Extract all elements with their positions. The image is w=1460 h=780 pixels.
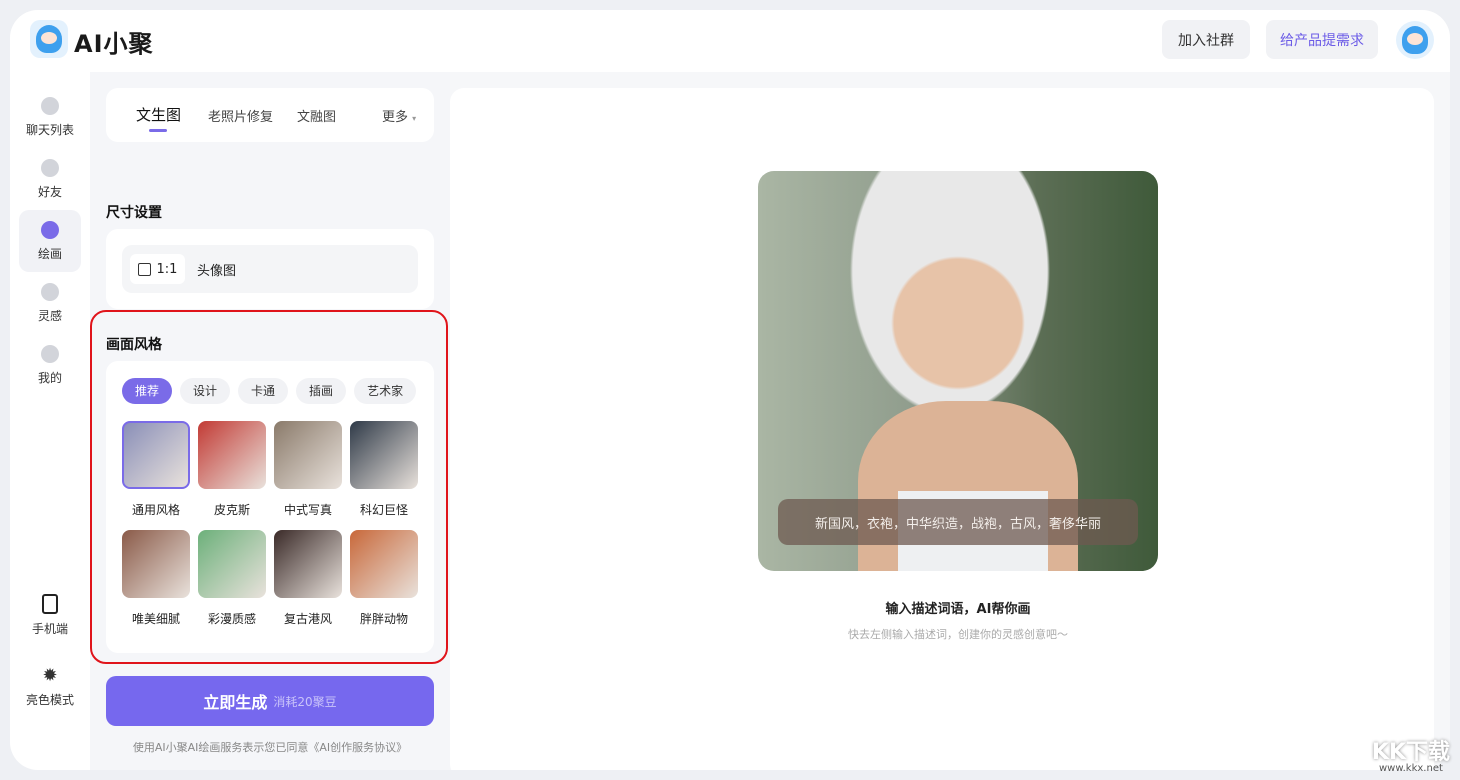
phone-icon — [42, 594, 58, 614]
watermark-main: KK下载 — [1372, 740, 1450, 765]
watermark: KK下载www.kkx.net — [1372, 742, 1450, 774]
chat-icon — [41, 97, 59, 115]
mobile-label: 手机端 — [32, 620, 68, 637]
sidebar-item-label: 绘画 — [38, 245, 62, 262]
preview-area: 新国风，衣袍，中华织造，战袍，古风，奢侈华丽 输入描述词语，AI帮你画 快去左侧… — [450, 88, 1434, 770]
join-community-button[interactable]: 加入社群 — [1162, 20, 1250, 59]
ratio-label: 头像图 — [197, 260, 236, 279]
generate-button[interactable]: 立即生成消耗20聚豆 — [106, 676, 434, 726]
logo-mascot-icon[interactable] — [30, 20, 68, 58]
left-panel: 文生图 老照片修复 文融图 更多 ▾ 尺寸设置 1:1 头像图 画面风格 推荐设… — [90, 72, 450, 770]
lightbulb-icon — [41, 283, 59, 301]
sidebar-item-paint[interactable]: 绘画 — [19, 210, 81, 272]
user-avatar[interactable] — [1396, 21, 1434, 59]
ratio-option[interactable]: 1:1 头像图 — [122, 245, 418, 293]
preview-title: 输入描述词语，AI帮你画 — [450, 598, 1450, 617]
sample-image: 新国风，衣袍，中华织造，战袍，古风，奢侈华丽 — [758, 171, 1158, 571]
tab-photo-restore[interactable]: 老照片修复 — [208, 106, 273, 125]
sidebar-item-label: 聊天列表 — [26, 121, 74, 138]
tab-text-to-image[interactable]: 文生图 — [136, 104, 181, 125]
agreement-text[interactable]: 使用AI小聚AI绘画服务表示您已同意《AI创作服务协议》 — [90, 739, 450, 755]
app-window: AI小聚 加入社群 给产品提需求 聊天列表 好友 绘画 灵感 我的 手机端 ✹ 亮… — [10, 10, 1450, 770]
generate-label: 立即生成 — [203, 689, 267, 713]
square-icon — [138, 263, 151, 276]
highlight-box — [90, 310, 448, 664]
mobile-button[interactable]: 手机端 — [19, 584, 81, 646]
sample-prompt-caption: 新国风，衣袍，中华织造，战袍，古风，奢侈华丽 — [778, 499, 1138, 545]
user-icon — [41, 159, 59, 177]
generate-cost: 消耗20聚豆 — [273, 693, 336, 710]
profile-icon — [41, 345, 59, 363]
mode-tabs: 文生图 老照片修复 文融图 更多 ▾ — [106, 88, 434, 142]
sidebar-item-friends[interactable]: 好友 — [19, 148, 81, 210]
more-label: 更多 — [382, 110, 408, 125]
ratio-value: 1:1 — [157, 262, 178, 277]
sidebar: 聊天列表 好友 绘画 灵感 我的 手机端 ✹ 亮色模式 — [10, 72, 90, 770]
feedback-button[interactable]: 给产品提需求 — [1266, 20, 1378, 59]
preview-subtitle: 快去左侧输入描述词，创建你的灵感创意吧～ — [450, 626, 1450, 642]
palette-icon — [41, 221, 59, 239]
theme-label: 亮色模式 — [26, 691, 74, 708]
sidebar-item-mine[interactable]: 我的 — [19, 334, 81, 396]
sun-icon: ✹ — [42, 667, 57, 685]
sidebar-item-label: 灵感 — [38, 307, 62, 324]
watermark-url: www.kkx.net — [1372, 764, 1450, 774]
chevron-down-icon: ▾ — [412, 114, 416, 123]
sidebar-item-label: 我的 — [38, 369, 62, 386]
brand-name: AI小聚 — [74, 24, 154, 59]
sidebar-item-inspiration[interactable]: 灵感 — [19, 272, 81, 334]
size-title: 尺寸设置 — [106, 202, 162, 222]
tab-more[interactable]: 更多 ▾ — [382, 106, 416, 125]
header: AI小聚 加入社群 给产品提需求 — [10, 10, 1450, 72]
sidebar-item-chat[interactable]: 聊天列表 — [19, 86, 81, 148]
size-card: 1:1 头像图 — [106, 229, 434, 309]
sidebar-item-label: 好友 — [38, 183, 62, 200]
tab-image-blend[interactable]: 文融图 — [297, 106, 336, 125]
active-tab-indicator — [149, 129, 167, 132]
theme-toggle[interactable]: ✹ 亮色模式 — [19, 656, 81, 718]
